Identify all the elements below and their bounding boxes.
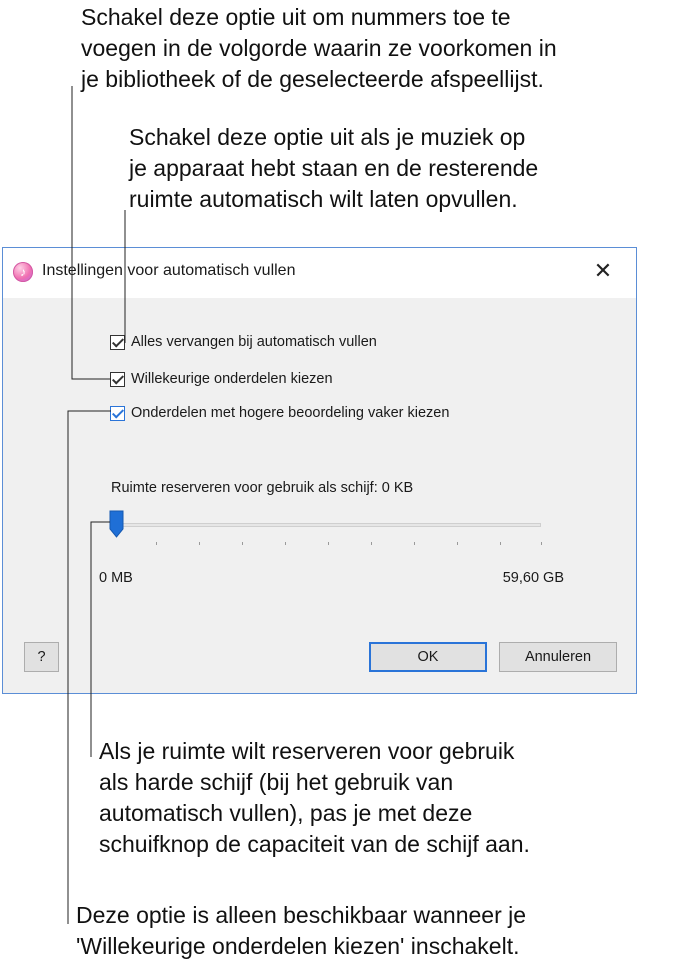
- callout-line: automatisch vullen), pas je met deze: [99, 800, 473, 826]
- slider-tick: [242, 542, 243, 545]
- checkmark-icon: [111, 334, 125, 348]
- checkmark-icon: [111, 371, 125, 385]
- replace-all-checkbox[interactable]: Alles vervangen bij automatisch vullen: [110, 332, 377, 352]
- disk-reserve-slider-thumb[interactable]: [109, 510, 124, 538]
- help-button[interactable]: ?: [24, 642, 59, 672]
- checkbox-label[interactable]: Willekeurige onderdelen kiezen: [131, 371, 333, 387]
- itunes-note-icon: ♪: [13, 262, 33, 282]
- autofill-settings-dialog: ♪ Instellingen voor automatisch vullen ✕…: [2, 247, 637, 694]
- callout-line: Schakel deze optie uit als je muziek op: [129, 124, 526, 150]
- slider-min-label: 0 MB: [99, 570, 133, 586]
- slider-tick: [457, 542, 458, 545]
- cancel-button[interactable]: Annuleren: [499, 642, 617, 672]
- callout-line: 'Willekeurige onderdelen kiezen' inschak…: [76, 933, 520, 959]
- callout-line: je bibliotheek of de geselecteerde afspe…: [81, 66, 544, 92]
- reserve-space-label: Ruimte reserveren voor gebruik als schij…: [111, 480, 414, 496]
- callout-line: schuifknop de capaciteit van de schijf a…: [99, 831, 530, 857]
- callout-line: Als je ruimte wilt reserveren voor gebru…: [99, 738, 515, 764]
- callout-weight-text: Deze optie is alleen beschikbaar wanneer…: [76, 900, 526, 962]
- slider-tick: [500, 542, 501, 545]
- slider-tick: [414, 542, 415, 545]
- callout-replace-text: Schakel deze optie uit als je muziek op …: [129, 122, 538, 215]
- checkbox-label[interactable]: Onderdelen met hogere beoordeling vaker …: [131, 405, 449, 421]
- disk-reserve-slider-track[interactable]: [111, 523, 541, 527]
- slider-tick: [328, 542, 329, 545]
- checkbox-box[interactable]: [110, 405, 125, 421]
- slider-tick: [371, 542, 372, 545]
- callout-line: Deze optie is alleen beschikbaar wanneer…: [76, 902, 527, 928]
- dialog-title: Instellingen voor automatisch vullen: [42, 262, 296, 279]
- callout-shuffle-text: Schakel deze optie uit om nummers toe te…: [81, 2, 557, 95]
- slider-tick: [541, 542, 542, 545]
- ok-button[interactable]: OK: [369, 642, 487, 672]
- prefer-higher-rated-checkbox[interactable]: Onderdelen met hogere beoordeling vaker …: [110, 403, 449, 423]
- checkmark-icon: [111, 405, 125, 419]
- slider-max-label: 59,60 GB: [502, 570, 564, 586]
- callout-line: je apparaat hebt staan en de resterende: [129, 155, 539, 181]
- slider-tick: [199, 542, 200, 545]
- callout-line: voegen in de volgorde waarin ze voorkome…: [81, 35, 557, 61]
- close-icon[interactable]: ✕: [590, 258, 616, 284]
- callout-line: Schakel deze optie uit om nummers toe te: [81, 4, 511, 30]
- callout-line: als harde schijf (bij het gebruik van: [99, 769, 454, 795]
- slider-tick: [285, 542, 286, 545]
- checkbox-label[interactable]: Alles vervangen bij automatisch vullen: [131, 334, 377, 350]
- checkbox-box[interactable]: [110, 334, 125, 350]
- choose-random-checkbox[interactable]: Willekeurige onderdelen kiezen: [110, 369, 333, 389]
- callout-disk-text: Als je ruimte wilt reserveren voor gebru…: [99, 736, 530, 860]
- title-bar: ♪ Instellingen voor automatisch vullen ✕: [3, 248, 636, 298]
- checkbox-box[interactable]: [110, 371, 125, 387]
- slider-tick: [156, 542, 157, 545]
- callout-line: ruimte automatisch wilt laten opvullen.: [129, 186, 518, 212]
